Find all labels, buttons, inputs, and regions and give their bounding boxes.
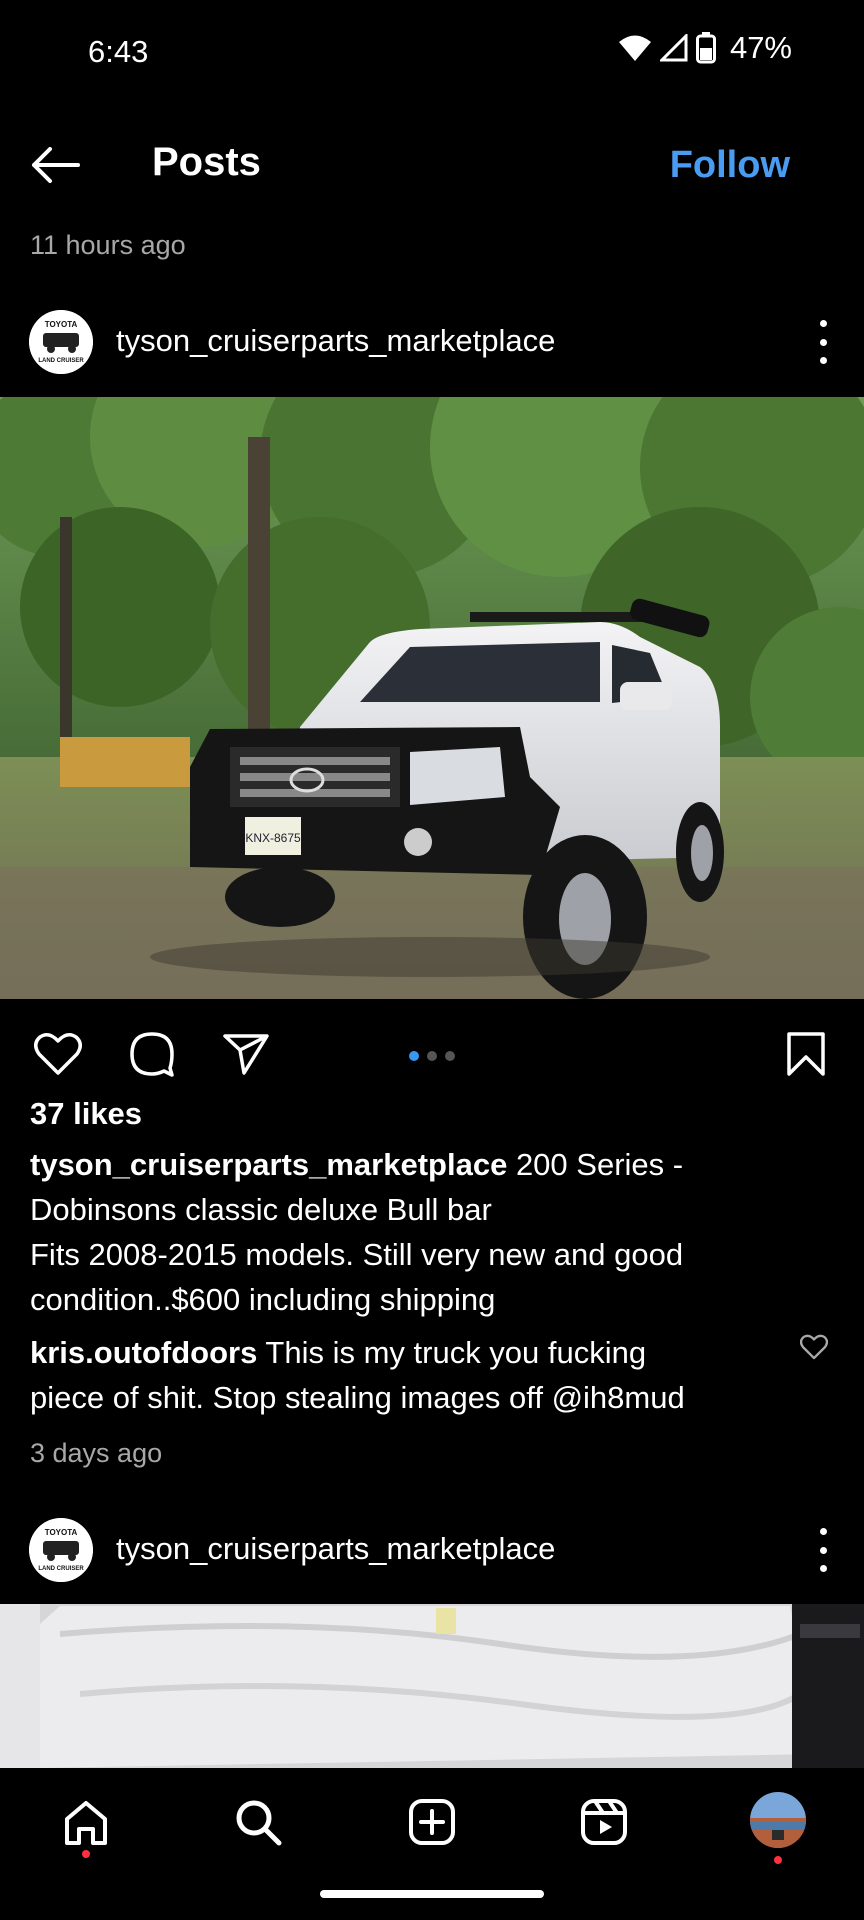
post-actions [0,1020,864,1090]
status-icons: 47% [618,30,792,66]
svg-text:LAND CRUISER: LAND CRUISER [38,1566,84,1572]
comment: kris.outofdoors This is my truck you fuc… [30,1330,790,1420]
status-bar: 6:43 47% [0,0,864,100]
post-username[interactable]: tyson_cruiserparts_marketplace [116,323,555,359]
notification-dot [82,1850,90,1858]
carousel-dot [427,1051,437,1061]
post-timestamp: 3 days ago [30,1438,163,1468]
more-options-icon[interactable] [816,1528,830,1572]
post-caption: tyson_cruiserparts_marketplace 200 Serie… [30,1142,810,1322]
page-title: Posts [152,140,261,184]
home-icon [65,1801,107,1845]
reels-icon [581,1799,627,1845]
more-options-icon[interactable] [816,320,830,364]
land-cruiser-logo-icon: TOYOTA LAND CRUISER [29,1518,93,1582]
svg-text:TOYOTA: TOYOTA [45,1528,78,1537]
comment-button[interactable] [124,1026,180,1082]
svg-text:TOYOTA: TOYOTA [45,320,78,329]
caption-text-line: Fits 2008-2015 models. Still very new an… [30,1237,684,1272]
carousel-dot [445,1051,455,1061]
gesture-bar[interactable] [320,1890,544,1898]
search-icon [236,1800,282,1846]
carousel-dot-active [409,1051,419,1061]
cell-signal-icon [659,34,688,62]
like-button[interactable] [30,1026,86,1082]
post-header: TOYOTA LAND CRUISER tyson_cruiserparts_m… [0,302,864,382]
notification-dot [774,1856,782,1864]
post-header: TOYOTA LAND CRUISER tyson_cruiserparts_m… [0,1510,864,1590]
svg-text:KNX-8675: KNX-8675 [245,831,301,845]
posts-header: Posts Follow [0,130,864,200]
comment-like-button[interactable] [799,1334,830,1364]
comment-text: This is my truck you fucking [265,1335,647,1370]
caption-text-line: Dobinsons classic deluxe Bull bar [30,1192,492,1227]
truck-photo: KNX-8675 [0,397,864,999]
battery-percent: 47% [729,30,792,65]
nav-reels[interactable] [574,1792,634,1852]
likes-count[interactable]: 37 likes [30,1096,142,1132]
avatar[interactable]: TOYOTA LAND CRUISER [29,1518,93,1582]
comment-text: piece of shit. Stop stealing images off … [30,1380,685,1415]
back-arrow-icon [32,147,80,183]
wifi-icon [618,35,651,61]
nav-search[interactable] [228,1792,288,1852]
status-time: 6:43 [88,34,149,69]
bookmark-icon [787,1032,825,1076]
profile-avatar [750,1792,806,1848]
post-image[interactable]: KNX-8675 [0,397,864,999]
caption-username[interactable]: tyson_cruiserparts_marketplace [30,1147,507,1182]
packaged-part-photo [0,1604,864,1768]
comment-bubble-icon [130,1032,174,1077]
avatar[interactable]: TOYOTA LAND CRUISER [29,310,93,374]
battery-icon [695,32,716,64]
time-ago: 11 hours ago [30,230,186,260]
nav-home[interactable] [56,1792,116,1852]
create-icon [409,1799,455,1845]
send-icon [223,1034,269,1075]
nav-profile-avatar[interactable] [750,1792,806,1848]
svg-text:LAND CRUISER: LAND CRUISER [38,358,84,364]
heart-icon [799,1334,829,1360]
back-button[interactable] [30,140,86,190]
post-username[interactable]: tyson_cruiserparts_marketplace [116,1531,555,1567]
land-cruiser-logo-icon: TOYOTA LAND CRUISER [29,310,93,374]
nav-create[interactable] [402,1792,462,1852]
carousel-indicator [409,1051,455,1061]
caption-text-line: condition..$600 including shipping [30,1282,496,1317]
caption-text-line: 200 Series - [515,1147,684,1182]
follow-button[interactable]: Follow [670,144,790,187]
heart-icon [34,1033,82,1075]
share-button[interactable] [218,1026,274,1082]
post-image[interactable] [0,1604,864,1768]
save-button[interactable] [778,1026,834,1082]
comment-username[interactable]: kris.outofdoors [30,1335,257,1370]
